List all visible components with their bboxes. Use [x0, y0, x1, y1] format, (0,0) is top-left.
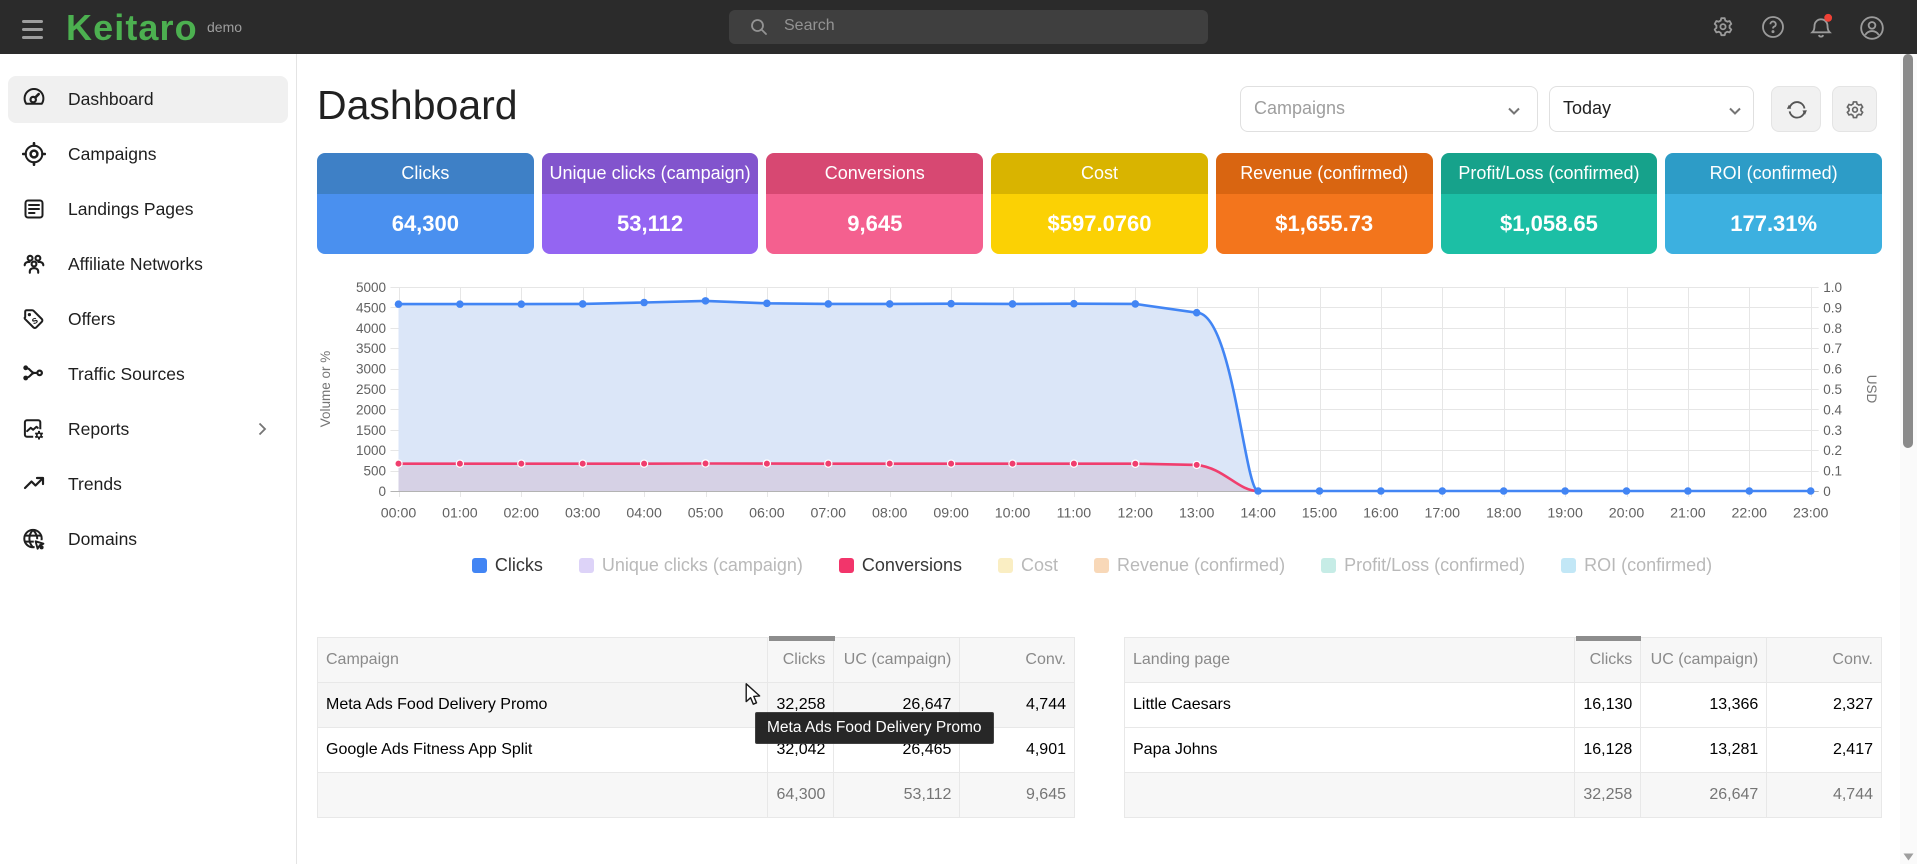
svg-text:01:00: 01:00 — [442, 506, 478, 522]
svg-text:0.2: 0.2 — [1823, 443, 1842, 458]
svg-text:04:00: 04:00 — [626, 506, 662, 522]
svg-text:18:00: 18:00 — [1486, 506, 1522, 522]
svg-text:07:00: 07:00 — [811, 506, 847, 522]
svg-text:11:00: 11:00 — [1057, 506, 1092, 522]
svg-text:06:00: 06:00 — [749, 506, 785, 522]
svg-text:0.3: 0.3 — [1823, 423, 1842, 438]
svg-text:0: 0 — [378, 484, 386, 499]
svg-text:20:00: 20:00 — [1609, 506, 1645, 522]
svg-text:0.1: 0.1 — [1823, 464, 1842, 479]
svg-text:0.5: 0.5 — [1823, 382, 1842, 397]
svg-text:5000: 5000 — [356, 280, 386, 295]
svg-text:02:00: 02:00 — [504, 506, 540, 522]
svg-text:0.4: 0.4 — [1823, 402, 1842, 417]
svg-text:0: 0 — [1823, 484, 1831, 499]
svg-text:17:00: 17:00 — [1425, 506, 1461, 522]
svg-text:3000: 3000 — [356, 362, 386, 377]
svg-text:19:00: 19:00 — [1547, 506, 1583, 522]
svg-text:09:00: 09:00 — [933, 506, 969, 522]
svg-text:1000: 1000 — [356, 443, 386, 458]
svg-text:03:00: 03:00 — [565, 506, 601, 522]
svg-text:13:00: 13:00 — [1179, 506, 1215, 522]
svg-text:12:00: 12:00 — [1118, 506, 1154, 522]
svg-text:4000: 4000 — [356, 321, 386, 336]
svg-text:0.7: 0.7 — [1823, 341, 1842, 356]
svg-text:22:00: 22:00 — [1732, 506, 1768, 522]
svg-text:500: 500 — [363, 464, 386, 479]
svg-text:14:00: 14:00 — [1240, 506, 1276, 522]
svg-text:05:00: 05:00 — [688, 506, 724, 522]
svg-text:1.0: 1.0 — [1823, 280, 1842, 295]
svg-text:2500: 2500 — [356, 382, 386, 397]
svg-text:08:00: 08:00 — [872, 506, 908, 522]
svg-text:USD: USD — [1864, 375, 1879, 404]
svg-text:16:00: 16:00 — [1363, 506, 1399, 522]
svg-text:3500: 3500 — [356, 341, 386, 356]
svg-text:0.9: 0.9 — [1823, 300, 1842, 315]
svg-text:21:00: 21:00 — [1670, 506, 1706, 522]
svg-text:15:00: 15:00 — [1302, 506, 1338, 522]
svg-text:00:00: 00:00 — [381, 506, 417, 522]
svg-text:1500: 1500 — [356, 423, 386, 438]
svg-text:0.8: 0.8 — [1823, 321, 1842, 336]
svg-text:23:00: 23:00 — [1793, 506, 1829, 522]
svg-text:2000: 2000 — [356, 402, 386, 417]
svg-text:10:00: 10:00 — [995, 506, 1031, 522]
svg-text:0.6: 0.6 — [1823, 362, 1842, 377]
svg-text:4500: 4500 — [356, 300, 386, 315]
svg-text:Volume or %: Volume or % — [318, 351, 333, 428]
